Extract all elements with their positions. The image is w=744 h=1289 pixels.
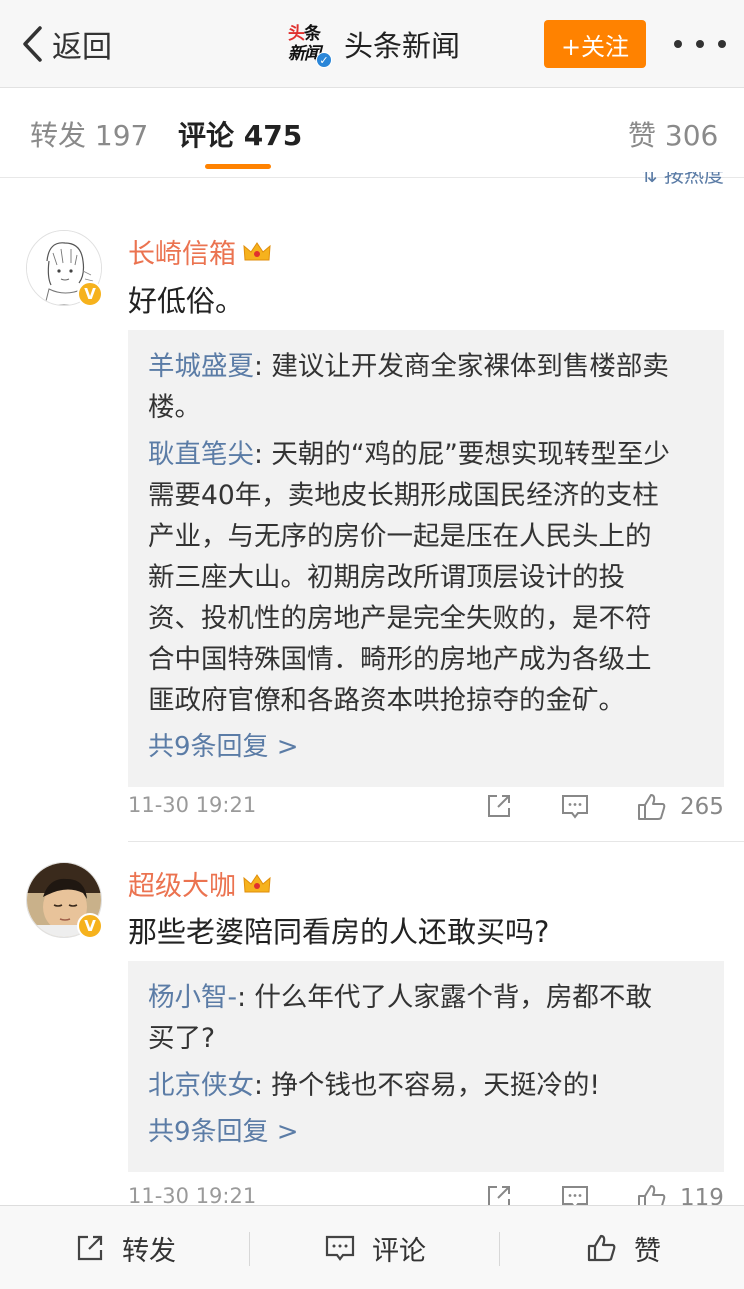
follow-button[interactable]: +关注 [544, 20, 646, 68]
crown-icon [243, 241, 271, 260]
avatar[interactable]: V [26, 230, 103, 307]
more-options-icon[interactable] [674, 30, 726, 58]
like-label: 赞 [634, 1235, 661, 1267]
tab-repost[interactable]: 转发 197 [30, 114, 148, 154]
reply-item: 北京侠女: 挣个钱也不容易，天挺冷的! [148, 1070, 600, 1101]
comment-text: 好低俗。 [128, 284, 245, 318]
tab-comments[interactable]: 评论 475 [178, 114, 302, 154]
toutiao-logo-icon: 头条 新闻 ✓ [286, 22, 332, 68]
reply-item: 耿直笔尖: 天朝的“鸡的屁”要想实现转型至少 需要40年，卖地皮长期形成国民经济的… [148, 439, 670, 716]
comment-label: 评论 [372, 1235, 426, 1267]
comment-button[interactable]: 评论 [324, 1206, 426, 1289]
reply-item: 杨小智-: 什么年代了人家露个背，房都不敢 买了? [148, 982, 652, 1054]
reply-author[interactable]: 羊城盛夏 [148, 351, 254, 382]
comment-meta: 11-30 19:21 265 [128, 787, 724, 827]
like-button[interactable]: 265 [636, 787, 724, 827]
crown-icon [243, 873, 271, 892]
sort-toggle[interactable]: ⇅ 按热度 [641, 172, 724, 190]
comment-icon[interactable] [560, 791, 590, 821]
comment-author[interactable]: 长崎信箱 [128, 232, 272, 271]
share-icon[interactable] [484, 791, 514, 821]
comment-author[interactable]: 超级大咖 [128, 864, 272, 903]
divider [128, 841, 744, 842]
tab-likes[interactable]: 赞 306 [628, 114, 718, 154]
reply-author[interactable]: 杨小智- [148, 982, 237, 1013]
repost-button[interactable]: 转发 [74, 1206, 176, 1289]
comment-icon [325, 1235, 355, 1261]
divider [249, 1232, 250, 1266]
thumbs-up-icon [638, 794, 666, 820]
reply-author[interactable]: 北京侠女 [148, 1070, 254, 1101]
share-icon [77, 1235, 103, 1261]
sort-icon: ⇅ [640, 172, 664, 187]
like-count: 265 [680, 794, 724, 820]
account-name: 头条新闻 [344, 29, 461, 63]
reply-item: 羊城盛夏: 建议让开发商全家裸体到售楼部卖 楼。 [148, 351, 669, 423]
reply-box[interactable]: 羊城盛夏: 建议让开发商全家裸体到售楼部卖 楼。 耿直笔尖: 天朝的“鸡的屁”要想… [128, 330, 724, 787]
tab-bar: 转发 197 评论 475 赞 306 [0, 88, 744, 178]
back-label: 返回 [52, 30, 112, 65]
account-header[interactable]: 头条 新闻 ✓ 头条新闻 [286, 20, 460, 68]
nav-bar: 返回 头条 新闻 ✓ 头条新闻 +关注 [0, 0, 744, 88]
thumbs-up-icon [587, 1234, 616, 1262]
bottom-action-bar: 转发 评论 赞 [0, 1205, 744, 1289]
reply-box[interactable]: 杨小智-: 什么年代了人家露个背，房都不敢 买了? 北京侠女: 挣个钱也不容易，天… [128, 961, 724, 1172]
like-button[interactable]: 赞 [586, 1206, 661, 1289]
verified-badge-icon: V [77, 281, 103, 307]
chevron-left-icon [23, 26, 42, 62]
more-replies-link[interactable]: 共9条回复 > [148, 727, 702, 787]
comment-time: 11-30 19:21 [128, 793, 257, 817]
divider [499, 1232, 500, 1266]
verified-blue-icon: ✓ [316, 52, 332, 68]
avatar[interactable]: V [26, 862, 103, 939]
repost-label: 转发 [122, 1235, 176, 1267]
reply-author[interactable]: 耿直笔尖 [148, 439, 254, 470]
comment-text: 那些老婆陪同看房的人还敢买吗? [128, 915, 550, 949]
more-replies-link[interactable]: 共9条回复 > [148, 1112, 702, 1172]
sort-label: 按热度 [664, 172, 724, 187]
verified-badge-icon: V [77, 913, 103, 939]
back-button[interactable]: 返回 [20, 20, 112, 68]
active-tab-indicator [205, 164, 271, 169]
